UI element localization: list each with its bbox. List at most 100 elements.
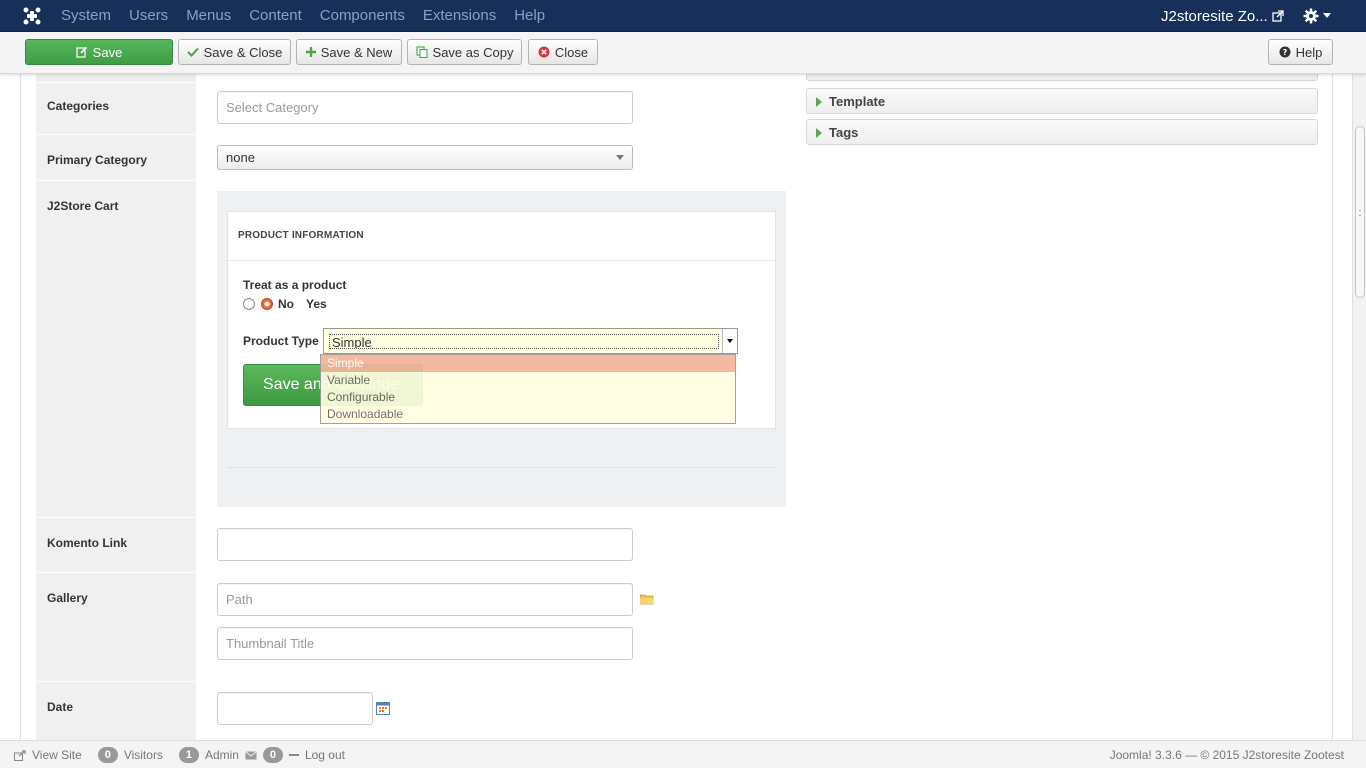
caret-right-icon [816, 128, 822, 138]
scrollbar-grip [1359, 210, 1361, 216]
komento-link-input[interactable] [217, 528, 633, 561]
svg-text:?: ? [1282, 48, 1287, 57]
plus-icon [305, 47, 316, 57]
save-new-button[interactable]: Save & New [296, 39, 402, 65]
save-label: Save [92, 44, 123, 60]
site-link[interactable]: J2storesite Zo... [1161, 0, 1284, 32]
save-close-button[interactable]: Save & Close [178, 39, 291, 65]
option-simple[interactable]: Simple [321, 355, 735, 372]
radio-yes-label: Yes [306, 297, 327, 311]
treat-as-product-radios: No Yes [243, 297, 327, 311]
gallery-label: Gallery [47, 591, 88, 605]
product-type-value: Simple [329, 334, 719, 349]
settings-menu[interactable] [1303, 7, 1335, 25]
copy-icon [415, 46, 428, 58]
admin-label: Admin [204, 748, 239, 762]
row-divider [36, 180, 196, 181]
footer-copyright: Joomla! 3.3.6 — © 2015 J2storesite Zoote… [1109, 748, 1344, 762]
help-button[interactable]: ? Help [1268, 39, 1333, 65]
product-type-select[interactable]: Simple [323, 328, 738, 354]
menu-menus[interactable]: Menus [177, 0, 240, 32]
product-type-label: Product Type [243, 334, 319, 348]
calendar-icon[interactable] [376, 701, 390, 715]
j2store-cart-label: J2Store Cart [47, 199, 119, 213]
dropdown-toggle[interactable] [722, 329, 737, 353]
help-label: Help [1295, 44, 1323, 60]
save-copy-button[interactable]: Save as Copy [407, 39, 522, 65]
share-icon [14, 749, 26, 761]
accordion-partial [806, 74, 1318, 81]
check-icon [186, 47, 199, 57]
save-copy-label: Save as Copy [432, 44, 514, 60]
primary-category-label: Primary Category [47, 153, 148, 167]
option-variable[interactable]: Variable [321, 372, 735, 389]
primary-category-select[interactable]: none [217, 145, 633, 170]
joomla-logo-icon[interactable] [22, 6, 42, 26]
menu-extensions[interactable]: Extensions [414, 0, 505, 32]
radio-no-empty[interactable] [243, 298, 255, 310]
external-link-icon [1272, 10, 1284, 22]
j2store-panel: PRODUCT INFORMATION Treat as a product N… [217, 191, 786, 507]
panel-divider [227, 467, 776, 468]
chevron-down-icon [1323, 13, 1331, 18]
label-column [36, 74, 196, 740]
status-bar: View Site 0 Visitors 1 Admin 0 Log out J… [0, 740, 1366, 768]
menu-system[interactable]: System [52, 0, 120, 32]
categories-label: Categories [47, 99, 110, 113]
header-divider [228, 260, 775, 261]
site-name: J2storesite Zo... [1161, 7, 1268, 25]
close-label: Close [554, 44, 589, 60]
menu-help[interactable]: Help [505, 0, 554, 32]
row-divider [36, 134, 196, 135]
radio-selected[interactable] [261, 298, 273, 310]
save-button[interactable]: Save [25, 39, 173, 65]
envelope-icon[interactable] [245, 750, 257, 760]
page-scrollbar[interactable] [1352, 74, 1366, 740]
close-circle-icon [538, 46, 550, 58]
edit-icon [76, 46, 87, 58]
admin-badge: 1 [178, 747, 199, 763]
date-input[interactable] [217, 692, 373, 725]
top-navbar: System Users Menus Content Components Ex… [0, 0, 1366, 32]
komento-link-label: Komento Link [47, 536, 127, 550]
accordion-template[interactable]: Template [806, 88, 1318, 114]
accordion-template-label: Template [829, 93, 886, 109]
messages-badge: 0 [262, 747, 283, 763]
option-downloadable[interactable]: Downloadable [321, 406, 735, 423]
minus-icon [288, 754, 299, 756]
folder-icon[interactable] [640, 593, 654, 605]
gallery-thumbnail-input[interactable]: Thumbnail Title [217, 627, 633, 660]
primary-category-value: none [226, 150, 255, 165]
toolbar: Save Save & Close Save & New Save as Cop… [0, 32, 1366, 74]
row-divider [36, 572, 196, 573]
accordion-tags[interactable]: Tags [806, 119, 1318, 145]
accordion-tags-label: Tags [829, 124, 859, 140]
menu-users[interactable]: Users [120, 0, 177, 32]
caret-down-icon [616, 155, 624, 160]
close-button[interactable]: Close [528, 39, 598, 65]
date-label: Date [47, 700, 74, 714]
categories-input[interactable]: Select Category [217, 91, 633, 124]
option-configurable[interactable]: Configurable [321, 389, 735, 406]
gallery-path-input[interactable]: Path [217, 583, 633, 616]
row-divider [36, 82, 196, 83]
save-new-label: Save & New [320, 44, 393, 60]
product-information-header: PRODUCT INFORMATION [238, 230, 364, 241]
row-divider [36, 681, 196, 682]
radio-no-label: No [278, 297, 294, 311]
treat-as-product-label: Treat as a product [243, 278, 347, 292]
main-menu: System Users Menus Content Components Ex… [52, 0, 554, 32]
menu-content[interactable]: Content [240, 0, 311, 32]
gear-icon [1303, 8, 1319, 24]
product-type-options: Simple Variable Configurable Downloadabl… [320, 354, 736, 424]
save-close-label: Save & Close [203, 44, 283, 60]
caret-right-icon [816, 97, 822, 107]
logout-link[interactable]: Log out [305, 748, 345, 762]
menu-components[interactable]: Components [311, 0, 414, 32]
question-circle-icon: ? [1279, 46, 1291, 58]
row-divider [36, 517, 196, 518]
visitors-label: Visitors [123, 748, 163, 762]
view-site-link[interactable]: View Site [32, 748, 82, 762]
visitors-badge: 0 [97, 747, 118, 763]
status-left: View Site 0 Visitors 1 Admin 0 Log out [14, 747, 345, 763]
